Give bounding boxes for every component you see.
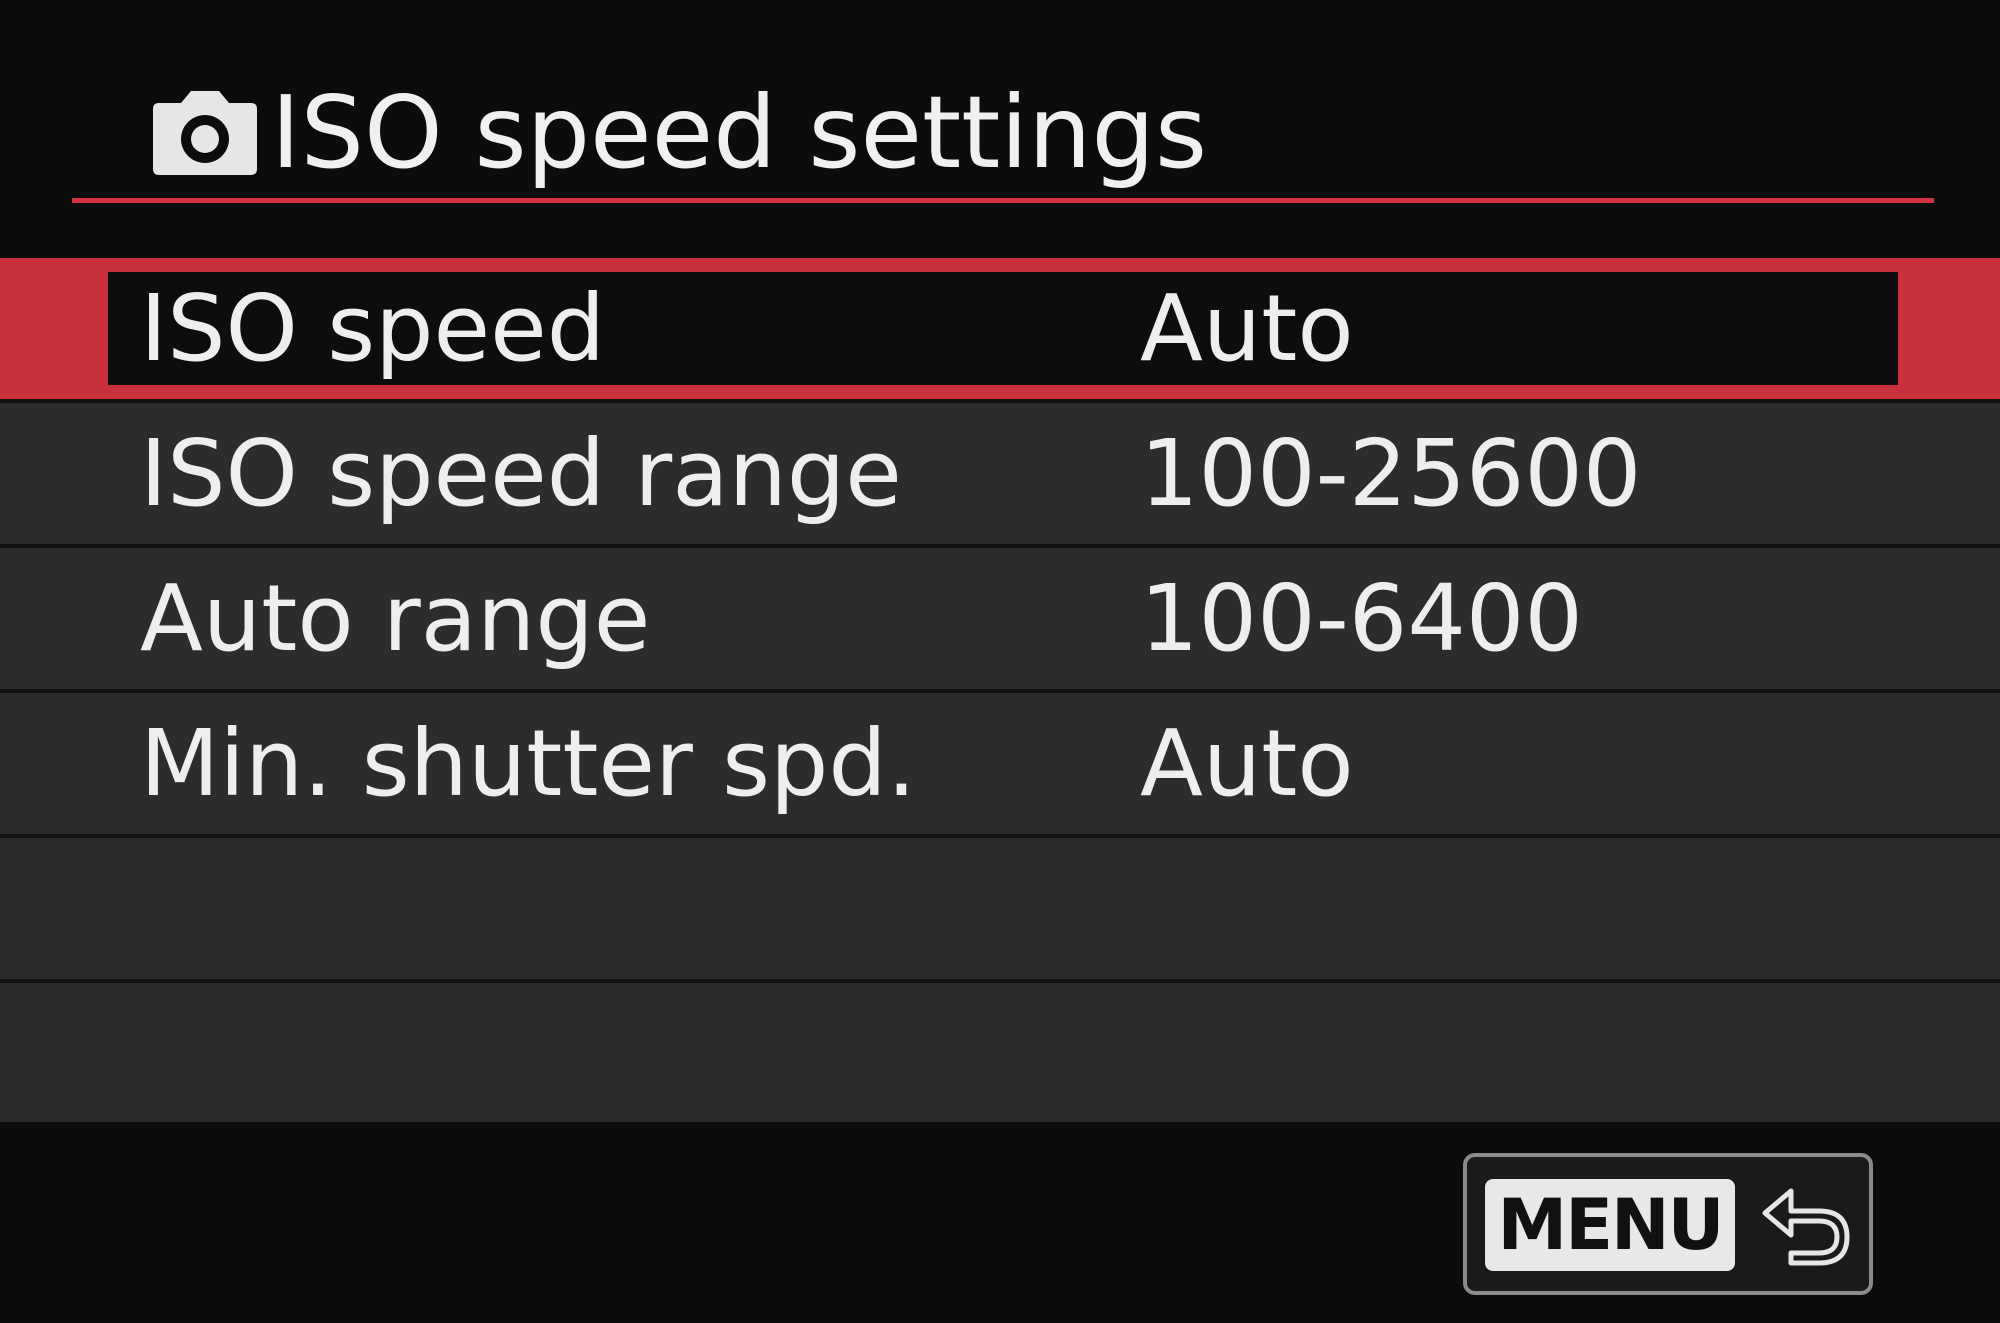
page-title: ISO speed settings bbox=[271, 74, 1208, 191]
menu-row-empty bbox=[0, 838, 2000, 983]
settings-list: ISO speed Auto ISO speed range 100-25600… bbox=[0, 258, 2000, 1128]
menu-row-label: Auto range bbox=[140, 564, 651, 672]
menu-row-label: Min. shutter spd. bbox=[140, 709, 917, 817]
menu-row-label: ISO speed range bbox=[140, 419, 902, 527]
menu-back-button[interactable]: MENU bbox=[1463, 1153, 1873, 1295]
menu-row-value: Auto bbox=[1140, 274, 1354, 382]
menu-row-auto-range[interactable]: Auto range 100-6400 bbox=[0, 548, 2000, 693]
menu-row-value: Auto bbox=[1140, 709, 1354, 817]
menu-button-label: MENU bbox=[1485, 1179, 1735, 1271]
menu-row-value: 100-6400 bbox=[1140, 564, 1583, 672]
menu-row-label: ISO speed bbox=[140, 274, 606, 382]
menu-row-iso-speed[interactable]: ISO speed Auto bbox=[0, 258, 2000, 403]
camera-icon bbox=[153, 91, 257, 175]
page-header: ISO speed settings bbox=[145, 78, 1207, 188]
camera-menu-screen: ISO speed settings ISO speed Auto ISO sp… bbox=[0, 0, 2000, 1323]
menu-row-empty bbox=[0, 983, 2000, 1128]
selection-highlight: ISO speed Auto bbox=[108, 272, 1898, 385]
menu-row-value: 100-25600 bbox=[1140, 419, 1642, 527]
menu-row-iso-speed-range[interactable]: ISO speed range 100-25600 bbox=[0, 403, 2000, 548]
header-divider bbox=[72, 198, 1934, 203]
menu-row-min-shutter-speed[interactable]: Min. shutter spd. Auto bbox=[0, 693, 2000, 838]
return-arrow-icon bbox=[1762, 1188, 1850, 1266]
